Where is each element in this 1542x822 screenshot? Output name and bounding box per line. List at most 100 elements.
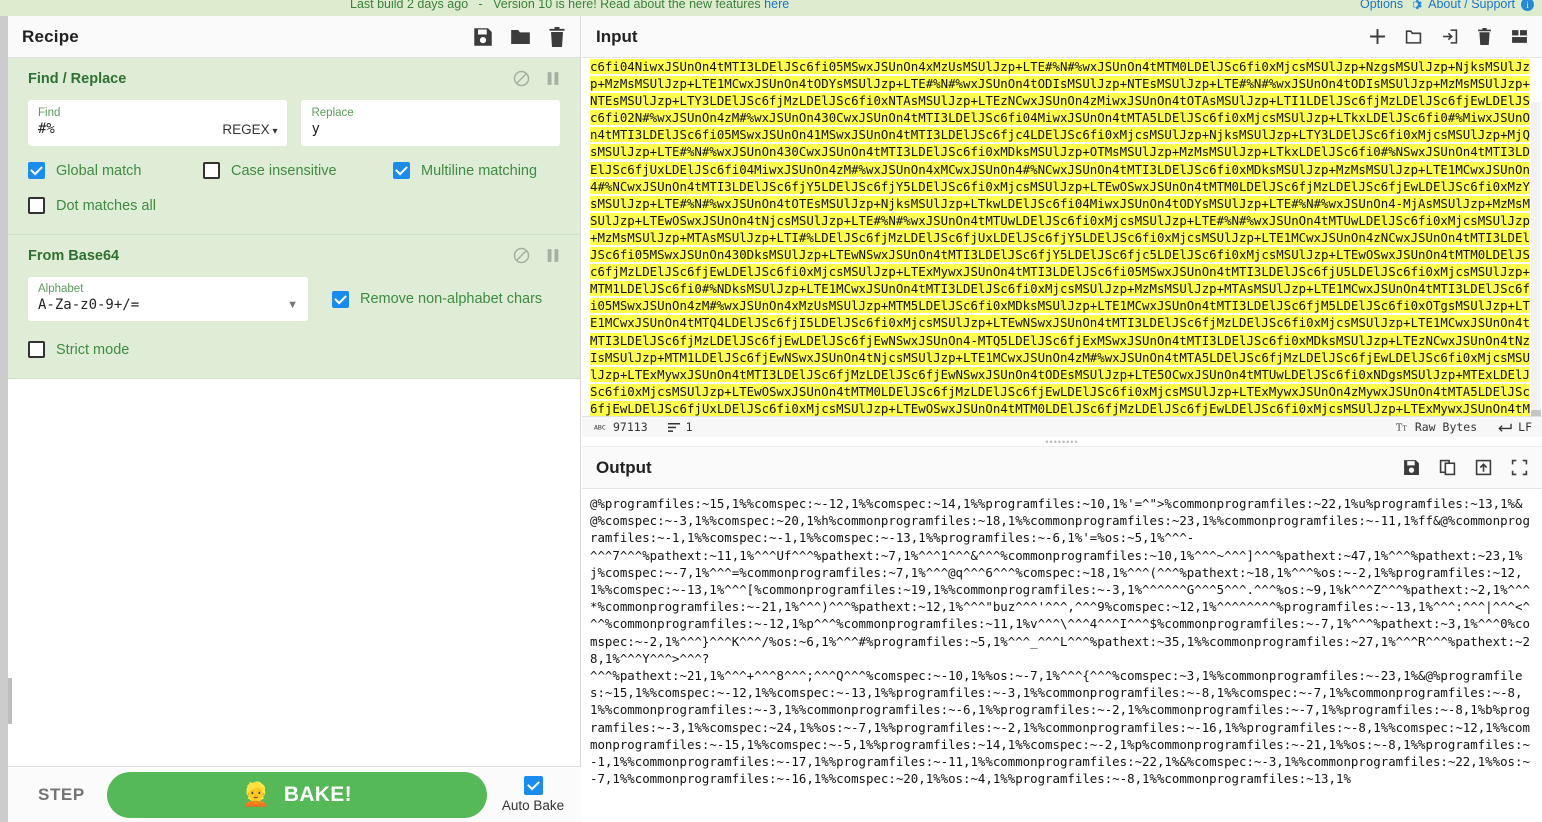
add-tab-icon[interactable] <box>1369 28 1386 45</box>
input-content[interactable]: c6fi04NiwxJSUnOn4tMTI3LDElJSc6fi05MSwxJS… <box>582 58 1542 416</box>
operation-find-replace[interactable]: Find / Replace Find #% REGEX ▾ Replace y… <box>8 58 580 235</box>
input-encoding-value: Raw Bytes <box>1414 420 1478 434</box>
clear-recipe-trash-icon[interactable] <box>548 26 566 47</box>
svg-text:ABC: ABC <box>594 423 606 431</box>
recipe-title: Recipe <box>22 26 79 46</box>
checkbox-box[interactable] <box>28 197 45 214</box>
pause-icon[interactable] <box>546 71 560 86</box>
input-text-area[interactable]: c6fi04NiwxJSUnOn4tMTI3LDElJSc6fi05MSwxJS… <box>582 58 1542 416</box>
checkbox-strict-mode[interactable]: Strict mode <box>28 341 129 358</box>
checkbox-box[interactable] <box>28 341 45 358</box>
checkbox-box[interactable] <box>203 162 220 179</box>
find-label: Find <box>38 107 61 119</box>
input-eol-selector[interactable]: LF <box>1497 420 1532 434</box>
save-output-icon[interactable] <box>1403 459 1420 476</box>
open-folder-icon[interactable] <box>1405 28 1422 45</box>
copy-output-icon[interactable] <box>1439 459 1456 476</box>
checkbox-case-insensitive[interactable]: Case insensitive <box>203 162 393 179</box>
input-lines-value: 1 <box>685 420 693 434</box>
checkbox-label: Remove non-alphabet chars <box>360 291 543 307</box>
replace-label: Replace <box>311 107 354 119</box>
input-title-bar: Input <box>582 16 1542 58</box>
input-status-bar: ABC 97113 1 TT Raw Bytes LF <box>582 416 1542 438</box>
checkbox-box[interactable] <box>523 776 543 795</box>
recipe-pane: Recipe Find / Replace Find #% REGEX ▾ Re… <box>8 16 581 822</box>
output-content[interactable]: @%programfiles:~15,1%%comspec:~-12,1%%co… <box>582 489 1542 787</box>
options-label[interactable]: Options <box>1360 0 1403 11</box>
alphabet-label: Alphabet <box>38 283 84 295</box>
checkbox-multiline-matching[interactable]: Multiline matching <box>393 162 537 179</box>
replace-input[interactable]: y <box>311 120 550 139</box>
operation-from-base64[interactable]: From Base64 Alphabet A-Za-z0-9+/= ▼ Remo… <box>8 235 580 379</box>
io-splitter[interactable]: •••••••• <box>582 437 1542 446</box>
operation-title: Find / Replace <box>28 70 127 87</box>
checkbox-box[interactable] <box>28 162 45 179</box>
info-icon[interactable]: i <box>1521 0 1534 11</box>
chevron-down-icon[interactable]: ▼ <box>287 299 298 315</box>
input-length-value: 97113 <box>613 420 648 434</box>
abc-icon: ABC <box>594 422 607 432</box>
input-encoding-selector[interactable]: TT Raw Bytes <box>1396 420 1477 434</box>
auto-bake-toggle[interactable]: Auto Bake <box>487 776 573 813</box>
pause-icon[interactable] <box>546 248 560 263</box>
version-note-text: Version 10 is here! Read about the new f… <box>493 0 761 11</box>
input-lines-status: 1 <box>667 420 693 434</box>
output-title-bar: Output <box>582 447 1542 489</box>
enter-icon <box>1497 422 1512 433</box>
bake-to-input-icon[interactable] <box>1475 459 1492 476</box>
find-type-label: REGEX <box>222 122 270 137</box>
last-build-text: Last build 2 days ago <box>350 0 469 11</box>
find-type-dropdown[interactable]: REGEX ▾ <box>222 122 277 139</box>
gear-icon[interactable] <box>1409 0 1422 11</box>
checkbox-box[interactable] <box>393 162 410 179</box>
chevron-down-icon: ▾ <box>269 126 278 137</box>
alphabet-value[interactable]: A-Za-z0-9+/= <box>38 296 287 315</box>
checkbox-dot-matches-all[interactable]: Dot matches all <box>28 197 156 214</box>
checkbox-remove-non-alphabet-chars[interactable]: Remove non-alphabet chars <box>332 277 542 321</box>
checkbox-label: Multiline matching <box>421 162 538 179</box>
alphabet-select[interactable]: Alphabet A-Za-z0-9+/= ▼ <box>28 277 308 321</box>
left-rail <box>0 16 8 822</box>
about-support-label[interactable]: About / Support <box>1428 0 1515 11</box>
tabs-layout-icon[interactable] <box>1511 28 1528 45</box>
find-field[interactable]: Find #% REGEX ▾ <box>28 100 288 146</box>
checkbox-label: Case insensitive <box>231 162 337 179</box>
output-pane: Output @%programfiles:~15,1%%comspec:~-1… <box>582 446 1542 822</box>
output-text-area[interactable]: @%programfiles:~15,1%%comspec:~-12,1%%co… <box>582 489 1542 822</box>
lines-icon <box>667 422 680 433</box>
svg-text:T: T <box>1402 424 1407 432</box>
bake-button-label: BAKE! <box>283 782 352 806</box>
save-recipe-icon[interactable] <box>473 27 493 47</box>
ban-icon[interactable] <box>513 70 530 87</box>
release-notes-link[interactable]: here <box>764 0 789 11</box>
clear-input-trash-icon[interactable] <box>1477 28 1492 45</box>
output-title: Output <box>596 457 652 477</box>
find-input[interactable]: #% <box>38 120 222 139</box>
checkbox-box[interactable] <box>332 290 349 308</box>
recipe-title-bar: Recipe <box>8 16 580 58</box>
load-recipe-folder-icon[interactable] <box>510 27 531 47</box>
step-button[interactable]: STEP <box>16 785 107 805</box>
io-column: Input c6fi04NiwxJSUnOn4tMTI3LDElJSc6fi05… <box>582 16 1542 822</box>
checkbox-label: Strict mode <box>56 341 130 358</box>
recipe-operations-list[interactable]: Find / Replace Find #% REGEX ▾ Replace y… <box>8 58 580 766</box>
checkbox-label: Global match <box>56 162 142 179</box>
open-input-icon[interactable] <box>1441 28 1458 45</box>
input-title: Input <box>596 26 638 46</box>
input-length-status: ABC 97113 <box>594 420 648 434</box>
replace-field[interactable]: Replace y <box>301 100 560 146</box>
font-size-icon: TT <box>1396 422 1409 432</box>
input-selected-text[interactable]: c6fi04NiwxJSUnOn4tMTI3LDElJSc6fi05MSwxJS… <box>590 59 1530 416</box>
top-banner: Last build 2 days ago - Version 10 is he… <box>0 0 1542 16</box>
input-scroll-track[interactable] <box>1531 102 1541 416</box>
input-eol-value: LF <box>1518 420 1532 434</box>
recipe-scrollbar[interactable] <box>8 678 12 724</box>
banner-right-links: Options About / Support i <box>1360 0 1534 11</box>
operation-title: From Base64 <box>28 247 120 264</box>
checkbox-global-match[interactable]: Global match <box>28 162 203 179</box>
bake-button[interactable]: 👱 BAKE! <box>106 771 487 818</box>
ban-icon[interactable] <box>513 247 530 264</box>
auto-bake-label: Auto Bake <box>501 798 565 813</box>
maximize-output-icon[interactable] <box>1511 459 1528 476</box>
banner-center-text: Last build 2 days ago - Version 10 is he… <box>350 0 789 11</box>
